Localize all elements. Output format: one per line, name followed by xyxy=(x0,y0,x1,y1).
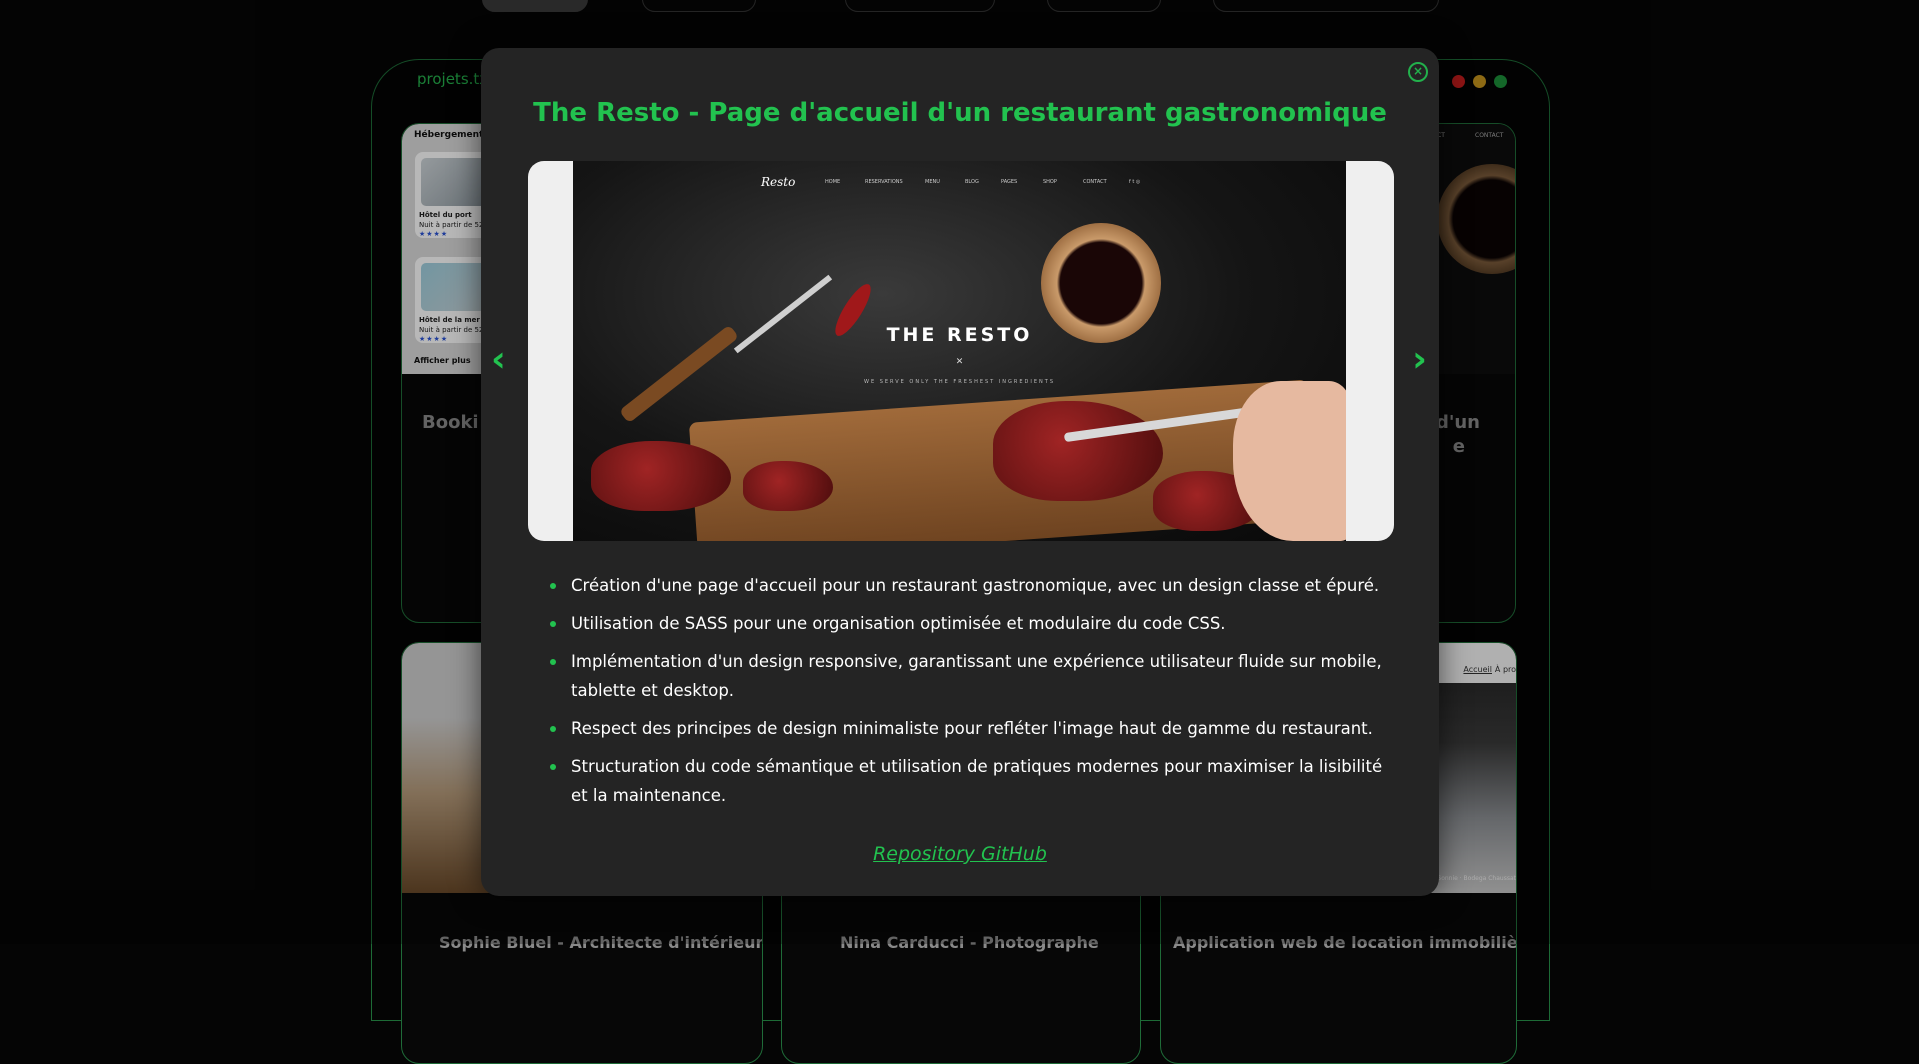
screenshot-heading: THE RESTO xyxy=(886,324,1033,346)
feature-item: Structuration du code sémantique et util… xyxy=(549,752,1389,810)
social-icons: f t ◎ xyxy=(1129,179,1141,185)
screenshot-nav-item: SHOP xyxy=(1043,179,1057,185)
feature-item: Création d'une page d'accueil pour un re… xyxy=(549,571,1389,600)
screenshot-nav-item: CONTACT xyxy=(1083,179,1107,185)
feature-item: Utilisation de SASS pour une organisatio… xyxy=(549,609,1389,638)
screenshot-logo: Resto xyxy=(761,175,796,189)
screenshot-divider: ✕ xyxy=(955,357,964,367)
feature-list: Création d'une page d'accueil pour un re… xyxy=(549,571,1389,819)
screenshot-nav-item: HOME xyxy=(825,179,841,185)
project-screenshot: Resto HOME RESERVATIONS MENU BLOG PAGES … xyxy=(528,161,1394,541)
meat-piece xyxy=(743,461,833,511)
github-repo-link[interactable]: Repository GitHub xyxy=(481,843,1439,865)
meat-piece xyxy=(591,441,731,511)
feature-item: Implémentation d'un design responsive, g… xyxy=(549,647,1389,705)
screenshot-nav-item: RESERVATIONS xyxy=(865,179,903,185)
project-modal: × The Resto - Page d'accueil d'un restau… xyxy=(481,48,1439,896)
screenshot-subheading: WE SERVE ONLY THE FRESHEST INGREDIENTS xyxy=(864,379,1055,385)
screenshot-nav-item: BLOG xyxy=(965,179,979,185)
screenshot-nav-item: PAGES xyxy=(1001,179,1018,185)
hand xyxy=(1233,381,1346,541)
chevron-left-icon[interactable]: ‹ xyxy=(491,342,506,378)
meat-piece xyxy=(993,401,1163,501)
screenshot-image: Resto HOME RESERVATIONS MENU BLOG PAGES … xyxy=(573,161,1346,541)
chevron-right-icon[interactable]: › xyxy=(1412,342,1427,378)
screenshot-nav-item: MENU xyxy=(925,179,940,185)
close-icon[interactable]: × xyxy=(1408,62,1428,82)
feature-item: Respect des principes de design minimali… xyxy=(549,714,1389,743)
modal-title: The Resto - Page d'accueil d'un restaura… xyxy=(533,98,1387,128)
